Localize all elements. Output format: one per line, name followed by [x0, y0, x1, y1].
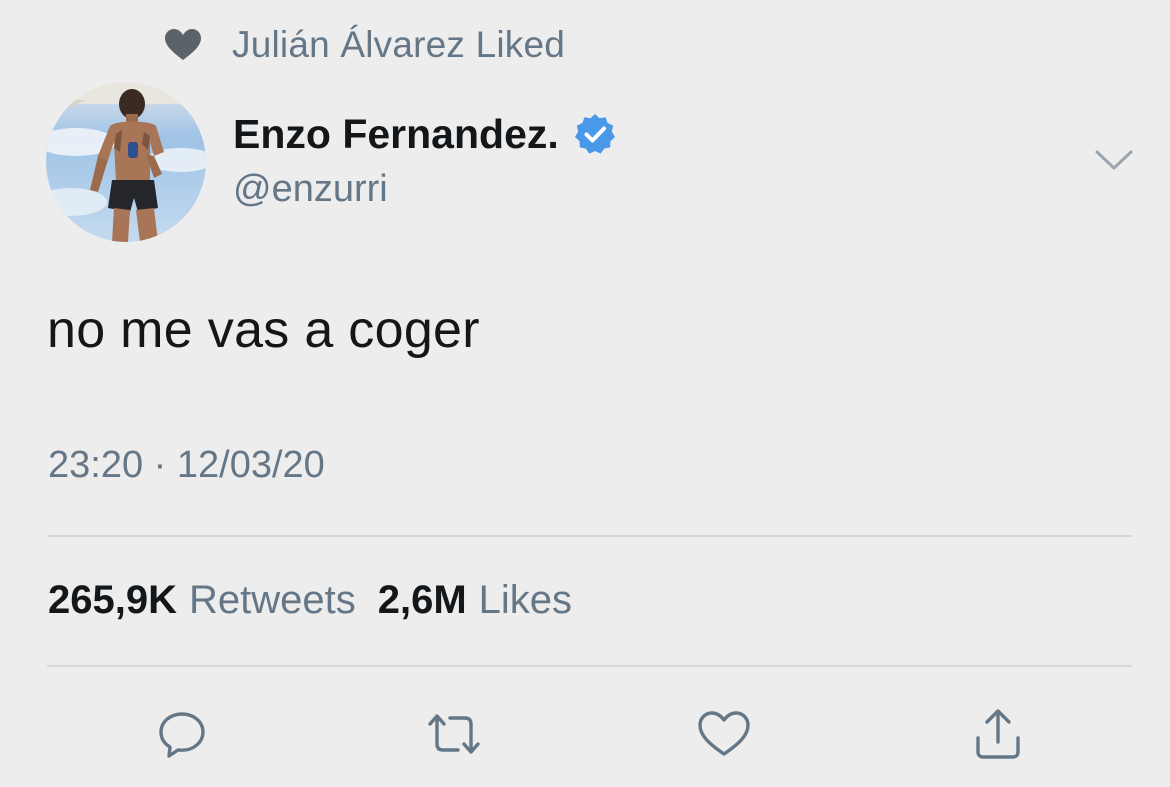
social-context-text: Julián Álvarez Liked	[232, 24, 566, 65]
retweet-icon	[424, 706, 484, 767]
tweet-stats: 265,9K Retweets 2,6M Likes	[48, 578, 594, 623]
tweet-timestamp[interactable]: 23:20 · 12/03/20	[48, 444, 325, 487]
social-context[interactable]: Julián Álvarez Liked	[160, 22, 565, 68]
heart-icon	[160, 22, 206, 68]
heart-outline-icon	[694, 706, 754, 767]
divider	[47, 535, 1132, 537]
verified-badge-icon	[573, 111, 619, 157]
tweet-text: no me vas a coger	[47, 301, 480, 359]
user-info[interactable]: Enzo Fernandez. @enzurri	[233, 106, 619, 211]
share-icon	[970, 706, 1026, 767]
retweets-count[interactable]: 265,9K	[48, 578, 177, 623]
divider	[47, 665, 1132, 667]
user-handle[interactable]: @enzurri	[233, 168, 619, 211]
action-bar	[0, 706, 1170, 766]
avatar[interactable]	[46, 82, 206, 242]
likes-count[interactable]: 2,6M	[378, 578, 467, 623]
reply-icon	[154, 706, 210, 767]
chevron-down-icon[interactable]	[1092, 142, 1136, 178]
retweets-label[interactable]: Retweets	[189, 578, 356, 623]
likes-label[interactable]: Likes	[479, 578, 572, 623]
display-name[interactable]: Enzo Fernandez.	[233, 111, 559, 158]
share-button[interactable]	[968, 706, 1028, 766]
like-button[interactable]	[694, 706, 754, 766]
retweet-button[interactable]	[424, 706, 484, 766]
reply-button[interactable]	[152, 706, 212, 766]
